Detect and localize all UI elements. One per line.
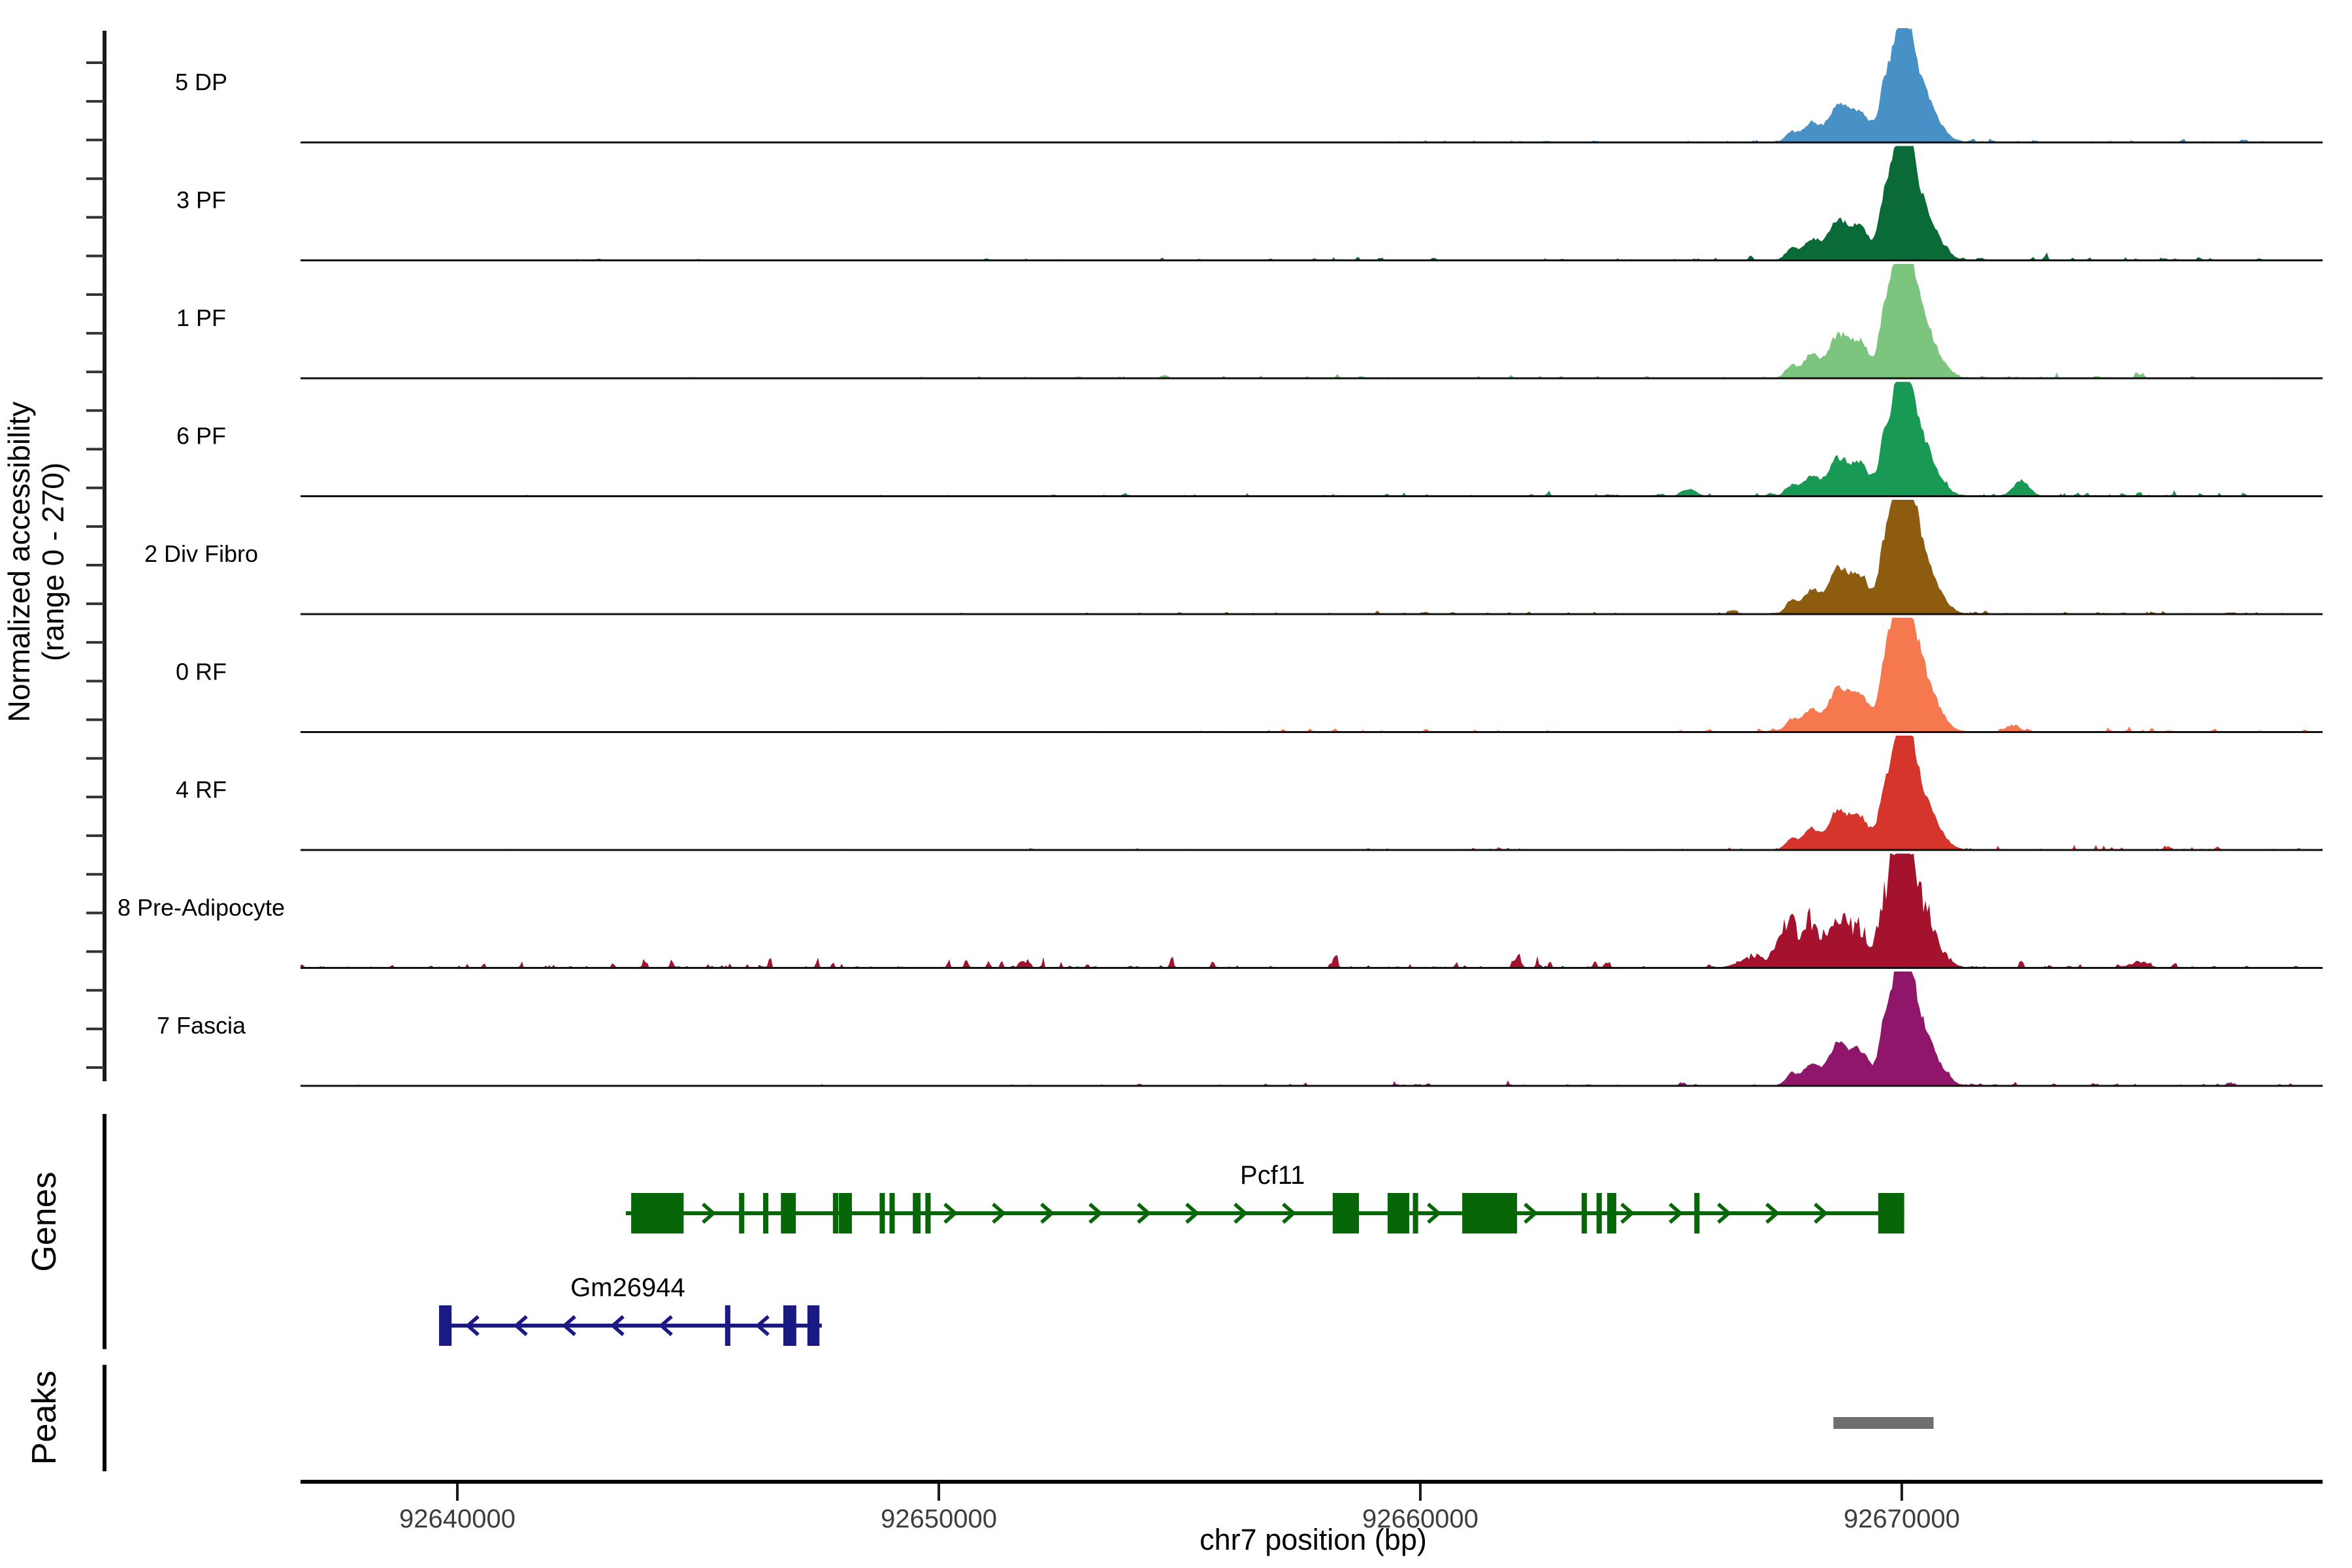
track-signal-8-pre-adipocyte bbox=[301, 854, 2323, 968]
gene-exon bbox=[763, 1193, 768, 1233]
gene-name-label: Pcf11 bbox=[1240, 1161, 1305, 1190]
x-axis-title: chr7 position (bp) bbox=[1200, 1523, 1427, 1556]
gene-exon bbox=[1582, 1193, 1587, 1233]
y-axis-title-line1: Normalized accessibility bbox=[2, 402, 36, 723]
track-signal-4-rf bbox=[301, 736, 2323, 850]
track-7-fascia: 7 Fascia bbox=[157, 972, 2323, 1086]
track-signal-6-pf bbox=[301, 382, 2323, 497]
track-label-7-fascia: 7 Fascia bbox=[157, 1012, 246, 1039]
x-axis-tick-label: 92650000 bbox=[881, 1505, 997, 1533]
gene-exon bbox=[1878, 1193, 1904, 1233]
track-label-1-pf: 1 PF bbox=[176, 304, 226, 331]
track-label-3-pf: 3 PF bbox=[176, 187, 226, 214]
track-5-dp: 5 DP bbox=[175, 28, 2323, 142]
gene-gm26944: Gm26944 bbox=[439, 1273, 822, 1346]
y-axis-title-line2: (range 0 - 270) bbox=[36, 463, 70, 661]
gene-exon bbox=[1694, 1193, 1699, 1233]
y-axis-layer bbox=[86, 31, 105, 1471]
genes-layer: Pcf11 Gm26944 bbox=[439, 1161, 1904, 1346]
gene-exon bbox=[1388, 1193, 1409, 1233]
track-signal-5-dp bbox=[301, 28, 2323, 142]
accessibility-tracks-layer: 5 DP 3 PF 1 PF 6 PF 2 Div Fibro 0 RF 4 RF 8 Pre… bbox=[118, 28, 2323, 1086]
genes-section-label: Genes bbox=[25, 1171, 63, 1271]
gene-exon bbox=[1607, 1193, 1616, 1233]
gene-exon bbox=[1597, 1193, 1602, 1233]
gene-exon bbox=[839, 1193, 852, 1233]
track-signal-0-rf bbox=[301, 618, 2323, 732]
gene-exon bbox=[925, 1193, 930, 1233]
track-3-pf: 3 PF bbox=[176, 146, 2323, 261]
track-label-0-rf: 0 RF bbox=[176, 659, 227, 685]
track-signal-1-pf bbox=[301, 264, 2323, 378]
track-8-pre-adipocyte: 8 Pre-Adipocyte bbox=[118, 854, 2323, 968]
track-label-5-dp: 5 DP bbox=[175, 69, 227, 95]
gene-exon bbox=[781, 1193, 796, 1233]
track-signal-7-fascia bbox=[301, 972, 2323, 1086]
x-axis-tick-label: 92640000 bbox=[399, 1505, 515, 1533]
genome-browser-figure: 5 DP 3 PF 1 PF 6 PF 2 Div Fibro 0 RF 4 RF 8 Pre… bbox=[0, 0, 2352, 1568]
peaks-layer bbox=[1833, 1417, 1933, 1429]
gene-exon bbox=[631, 1193, 683, 1233]
track-label-4-rf: 4 RF bbox=[176, 776, 227, 803]
track-signal-3-pf bbox=[301, 146, 2323, 261]
gene-exon bbox=[879, 1193, 885, 1233]
track-signal-2-div-fibro bbox=[301, 500, 2323, 614]
track-6-pf: 6 PF bbox=[176, 382, 2323, 497]
track-0-rf: 0 RF bbox=[176, 618, 2323, 732]
track-label-2-div-fibro: 2 Div Fibro bbox=[144, 540, 258, 567]
track-label-6-pf: 6 PF bbox=[176, 423, 226, 449]
gene-exon bbox=[889, 1193, 894, 1233]
gene-exon bbox=[1333, 1193, 1359, 1233]
peak-region-bar bbox=[1833, 1417, 1933, 1429]
peaks-section-label: Peaks bbox=[25, 1371, 63, 1465]
gene-exon bbox=[739, 1193, 744, 1233]
gene-exon bbox=[808, 1305, 819, 1346]
gene-pcf11: Pcf11 bbox=[626, 1161, 1904, 1233]
gene-exon bbox=[783, 1305, 796, 1346]
gene-name-label: Gm26944 bbox=[570, 1273, 685, 1302]
gene-exon bbox=[833, 1193, 838, 1233]
track-1-pf: 1 PF bbox=[176, 264, 2323, 378]
track-2-div-fibro: 2 Div Fibro bbox=[144, 500, 2323, 614]
gene-exon bbox=[725, 1305, 730, 1346]
gene-exon bbox=[1462, 1193, 1517, 1233]
track-4-rf: 4 RF bbox=[176, 736, 2323, 850]
gene-exon bbox=[439, 1305, 451, 1346]
gene-exon bbox=[913, 1193, 921, 1233]
gene-exon bbox=[1413, 1193, 1418, 1233]
x-axis-tick-label: 92670000 bbox=[1844, 1505, 1960, 1533]
track-label-8-pre-adipocyte: 8 Pre-Adipocyte bbox=[118, 894, 285, 921]
